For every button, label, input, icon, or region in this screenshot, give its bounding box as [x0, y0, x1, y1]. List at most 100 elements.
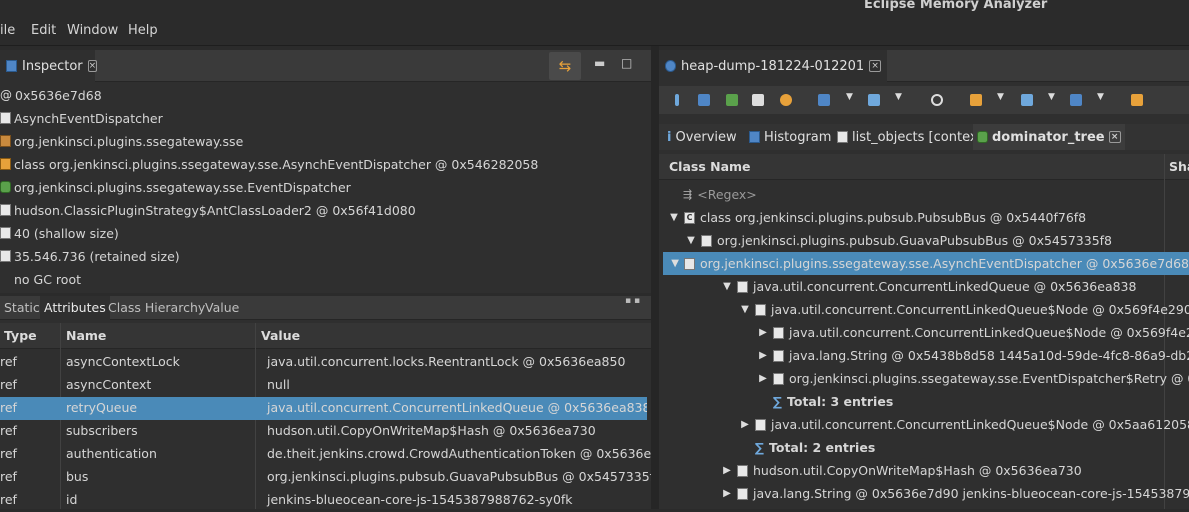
info-icon[interactable]: [675, 94, 679, 106]
tab-dominator-tree[interactable]: dominator_tree ×: [973, 124, 1125, 150]
pin-icon[interactable]: [1131, 94, 1143, 106]
column-name[interactable]: Name: [66, 328, 106, 343]
menu-window[interactable]: Window: [67, 23, 118, 38]
tree-node[interactable]: ▶ org.jenkinsci.plugins.ssegateway.sse.E…: [758, 367, 1189, 390]
tab-inspector[interactable]: Inspector ×: [0, 50, 98, 82]
group-icon[interactable]: [970, 94, 982, 106]
document-icon: [755, 303, 766, 316]
size-icon: [0, 227, 11, 239]
chevron-down-icon[interactable]: ▼: [997, 92, 1004, 102]
inspector-tabstrip: Inspector × ⇆ ▬ □: [0, 50, 651, 82]
column-class-name[interactable]: Class Name: [669, 159, 751, 174]
chevron-down-icon[interactable]: ▼: [686, 235, 696, 246]
document-icon: [701, 234, 712, 247]
oql-icon[interactable]: [752, 94, 764, 106]
inspector-classname-row: AsynchEventDispatcher: [0, 107, 651, 129]
link-with-editor-icon[interactable]: ⇆: [549, 52, 581, 80]
chevron-right-icon[interactable]: ▶: [722, 465, 732, 476]
superclass-name: org.jenkinsci.plugins.ssegateway.sse.Eve…: [14, 179, 351, 195]
attributes-tabstrip: Statics Attributes Class Hierarchy Value…: [0, 296, 651, 320]
tab-heap-dump[interactable]: heap-dump-181224-012201 ×: [659, 50, 888, 82]
cell-type: ref: [0, 400, 17, 415]
cell-name: subscribers: [66, 423, 138, 438]
search-icon[interactable]: [931, 94, 943, 106]
chevron-down-icon[interactable]: ▼: [846, 92, 853, 102]
chevron-right-icon[interactable]: ▶: [758, 327, 768, 338]
minimize-icon[interactable]: ▬: [594, 56, 605, 70]
maximize-icon[interactable]: □: [621, 56, 632, 70]
heap-dump-icon: [665, 60, 676, 72]
tree-node[interactable]: ▶ java.util.concurrent.ConcurrentLinkedQ…: [758, 321, 1189, 344]
pane-splitter[interactable]: [651, 46, 659, 509]
dominator-tree-icon[interactable]: [726, 94, 738, 106]
regex-filter-row[interactable]: ⇶ <Regex>: [683, 183, 757, 206]
document-icon: [755, 418, 766, 431]
tree-node[interactable]: ▼ java.util.concurrent.ConcurrentLinkedQ…: [740, 298, 1189, 321]
cell-name: asyncContext: [66, 377, 152, 392]
thread-overview-icon[interactable]: [780, 94, 792, 106]
sigma-icon: ∑: [755, 440, 764, 455]
chevron-down-icon[interactable]: ▼: [1048, 92, 1055, 102]
tree-node[interactable]: ▼ org.jenkinsci.plugins.pubsub.GuavaPubs…: [686, 229, 1112, 252]
tab-list-objects[interactable]: list_objects [context]: [833, 124, 992, 150]
tree-node[interactable]: ▶ hudson.util.CopyOnWriteMap$Hash @ 0x56…: [722, 459, 1082, 482]
tree-node[interactable]: ▶ java.lang.String @ 0x5636e7d90 jenkins…: [722, 482, 1189, 505]
tree-node[interactable]: ▼ C class org.jenkinsci.plugins.pubsub.P…: [669, 206, 1086, 229]
view-menu-icon[interactable]: ▪ ▪: [625, 296, 640, 306]
tree-node-label: class org.jenkinsci.plugins.pubsub.Pubsu…: [700, 210, 1087, 225]
query-browser-icon[interactable]: [868, 94, 880, 106]
inspector-classloader-row: hudson.ClassicPluginStrategy$AntClassLoa…: [0, 199, 651, 221]
tab-overview[interactable]: i Overview: [663, 124, 741, 150]
menu-help[interactable]: Help: [128, 23, 158, 38]
table-row-selected[interactable]: ref retryQueue java.util.concurrent.Conc…: [0, 397, 647, 420]
tab-histogram[interactable]: Histogram: [745, 124, 835, 150]
table-row[interactable]: ref asyncContextLock java.util.concurren…: [0, 351, 651, 374]
tab-value[interactable]: Value: [201, 296, 243, 320]
table-row[interactable]: ref bus org.jenkinsci.plugins.pubsub.Gua…: [0, 466, 651, 489]
class-icon: C: [684, 211, 695, 224]
retained-size: 35.546.736 (retained size): [14, 248, 180, 264]
tab-class-hierarchy[interactable]: Class Hierarchy: [104, 296, 209, 320]
chevron-right-icon[interactable]: ▶: [758, 350, 768, 361]
chevron-down-icon[interactable]: ▼: [722, 281, 732, 292]
menu-file[interactable]: ile: [0, 23, 15, 38]
chevron-down-icon[interactable]: ▼: [740, 304, 750, 315]
table-row[interactable]: ref authentication de.theit.jenkins.crow…: [0, 443, 651, 466]
column-shallow-heap[interactable]: Sha: [1169, 159, 1189, 174]
export-icon[interactable]: [1070, 94, 1082, 106]
attributes-pane: Statics Attributes Class Hierarchy Value…: [0, 296, 651, 509]
calculate-icon[interactable]: [1021, 94, 1033, 106]
tree-node[interactable]: ▶ java.lang.String @ 0x5438b8d58 1445a10…: [758, 344, 1189, 367]
chevron-down-icon[interactable]: ▼: [1097, 92, 1104, 102]
close-icon[interactable]: ×: [1108, 131, 1121, 143]
tree-node-selected[interactable]: ▼ org.jenkinsci.plugins.ssegateway.sse.A…: [663, 252, 1189, 275]
document-icon: [737, 487, 748, 500]
column-type[interactable]: Type: [4, 328, 37, 343]
reports-icon[interactable]: [818, 94, 830, 106]
close-icon[interactable]: ×: [87, 60, 98, 72]
chevron-right-icon[interactable]: ▶: [722, 488, 732, 499]
close-icon[interactable]: ×: [869, 60, 882, 72]
chevron-down-icon[interactable]: ▼: [669, 212, 679, 223]
cell-type: ref: [0, 492, 17, 507]
tree-node[interactable]: ▶ java.util.concurrent.ConcurrentLinkedQ…: [740, 413, 1189, 436]
tree-node-label: java.lang.String @ 0x5636e7d90 jenkins-b…: [753, 486, 1189, 501]
tree-node[interactable]: ▼ java.util.concurrent.ConcurrentLinkedQ…: [722, 275, 1136, 298]
menu-edit[interactable]: Edit: [31, 23, 56, 38]
chevron-down-icon[interactable]: ▼: [671, 258, 679, 269]
chevron-down-icon[interactable]: ▼: [895, 92, 902, 102]
tab-attributes[interactable]: Attributes: [40, 296, 110, 320]
cell-type: ref: [0, 446, 17, 461]
table-row[interactable]: ref asyncContext null: [0, 374, 651, 397]
tab-histogram-label: Histogram: [764, 129, 832, 145]
editor-tabstrip: heap-dump-181224-012201 ×: [659, 50, 1189, 82]
cell-type: ref: [0, 377, 17, 392]
sigma-icon: ∑: [773, 394, 782, 409]
histogram-icon[interactable]: [698, 94, 710, 106]
chevron-right-icon[interactable]: ▶: [758, 373, 768, 384]
table-row[interactable]: ref subscribers hudson.util.CopyOnWriteM…: [0, 420, 651, 443]
column-value[interactable]: Value: [261, 328, 300, 343]
chevron-right-icon[interactable]: ▶: [740, 419, 750, 430]
document-icon: [773, 349, 784, 362]
cell-name: bus: [66, 469, 89, 484]
